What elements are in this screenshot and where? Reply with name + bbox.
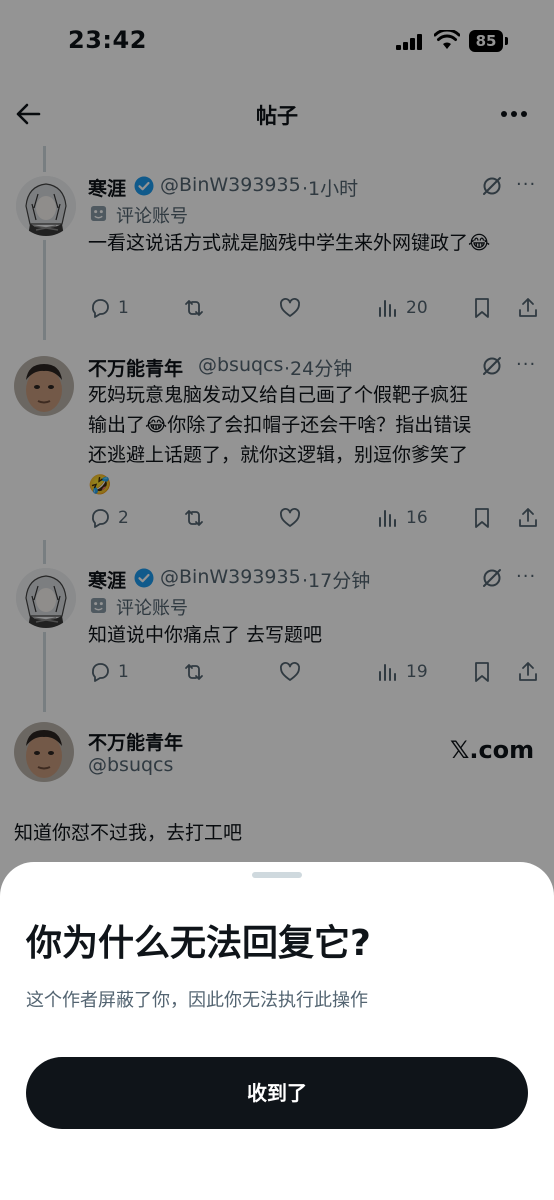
bottom-sheet: 你为什么无法回复它? 这个作者屏蔽了你，因此你无法执行此操作 收到了 xyxy=(0,862,554,1200)
got-it-button[interactable]: 收到了 xyxy=(26,1057,528,1129)
sheet-title: 你为什么无法回复它? xyxy=(26,923,371,964)
sheet-grabber[interactable] xyxy=(252,872,302,878)
sheet-description: 这个作者屏蔽了你，因此你无法执行此操作 xyxy=(26,990,368,1011)
